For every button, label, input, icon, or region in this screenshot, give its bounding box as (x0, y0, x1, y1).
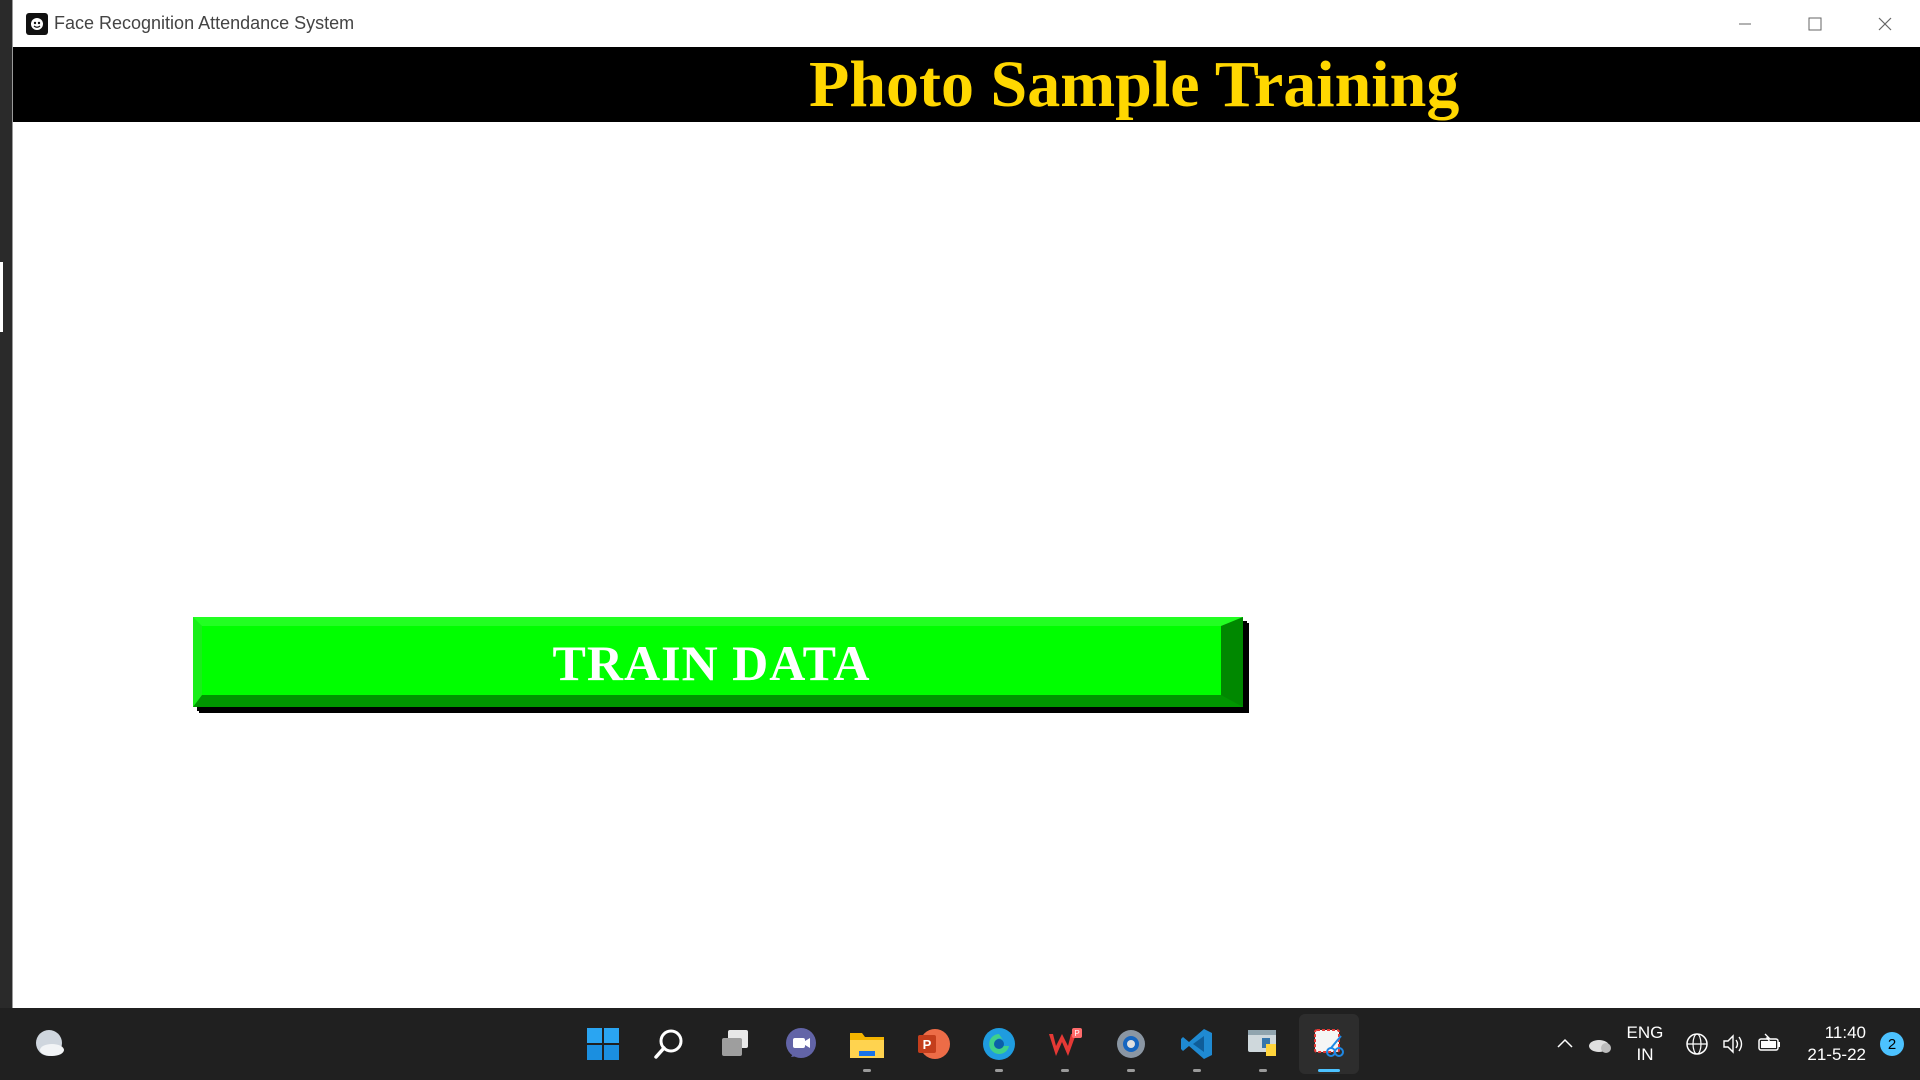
app-icon (26, 12, 48, 35)
taskbar-apps: P P (570, 1014, 1362, 1074)
task-view-button[interactable] (705, 1014, 765, 1074)
input-language-indicator[interactable]: ENG IN (1627, 1022, 1664, 1066)
edge-button[interactable] (969, 1014, 1029, 1074)
svg-text:P: P (1074, 1029, 1079, 1038)
running-indicator (995, 1069, 1003, 1072)
running-indicator (1193, 1069, 1201, 1072)
snipping-tool-button[interactable] (1299, 1014, 1359, 1074)
window-controls (1710, 0, 1920, 47)
powerpoint-button[interactable]: P (903, 1014, 963, 1074)
edge-icon (983, 1028, 1015, 1060)
chevron-up-icon (1557, 1038, 1573, 1048)
running-indicator (1061, 1069, 1069, 1072)
minimize-icon (1739, 23, 1751, 24)
globe-icon (1686, 1033, 1709, 1055)
teams-chat-icon (786, 1028, 816, 1058)
file-explorer-icon (850, 1033, 884, 1058)
speaker-icon (1723, 1034, 1743, 1054)
train-data-label: TRAIN DATA (552, 634, 871, 691)
search-icon (654, 1029, 683, 1059)
onedrive-cloud-icon (1588, 1040, 1611, 1053)
start-button[interactable] (573, 1014, 633, 1074)
clock-date: 21-5-22 (1807, 1045, 1866, 1064)
svg-text:P: P (923, 1037, 932, 1052)
page-title: Photo Sample Training (809, 48, 1460, 121)
active-indicator (1318, 1069, 1340, 1072)
python-icon (1248, 1030, 1276, 1056)
minimize-button[interactable] (1710, 0, 1780, 47)
battery-charging-icon (1758, 1033, 1781, 1051)
notification-badge[interactable]: 2 (1880, 1032, 1904, 1056)
settings-icon (1117, 1030, 1145, 1058)
app-window: Face Recognition Attendance System Photo… (12, 0, 1920, 1008)
network-button[interactable] (1685, 1032, 1709, 1056)
task-view-icon (722, 1030, 748, 1056)
header-band: Photo Sample Training (13, 47, 1920, 122)
running-indicator (863, 1069, 871, 1072)
taskbar: P P ENG IN 11:40 21-5-22 2 (0, 1008, 1920, 1080)
teams-chat-button[interactable] (771, 1014, 831, 1074)
wps-office-button[interactable]: P (1035, 1014, 1095, 1074)
settings-button[interactable] (1101, 1014, 1161, 1074)
battery-button[interactable] (1757, 1032, 1783, 1056)
running-indicator (1259, 1069, 1267, 1072)
snipping-tool-icon (1314, 1029, 1344, 1057)
start-icon (587, 1028, 619, 1060)
maximize-icon (1808, 17, 1822, 30)
onedrive-button[interactable] (1587, 1034, 1613, 1054)
title-bar[interactable]: Face Recognition Attendance System (13, 0, 1920, 47)
vscode-icon (1181, 1029, 1212, 1059)
running-indicator (1127, 1069, 1135, 1072)
vscode-button[interactable] (1167, 1014, 1227, 1074)
window-title: Face Recognition Attendance System (54, 13, 355, 33)
region-code: IN (1636, 1045, 1654, 1064)
python-button[interactable] (1233, 1014, 1293, 1074)
maximize-button[interactable] (1780, 0, 1850, 47)
system-tray: ENG IN 11:40 21-5-22 2 (1549, 1008, 1920, 1080)
clock[interactable]: 11:40 21-5-22 (1807, 1022, 1866, 1066)
train-data-button[interactable]: TRAIN DATA (193, 617, 1243, 707)
clock-time: 11:40 (1824, 1023, 1866, 1042)
volume-button[interactable] (1721, 1032, 1745, 1056)
file-explorer-button[interactable] (837, 1014, 897, 1074)
weather-cloud-icon (36, 1030, 64, 1056)
wps-office-icon: P (1049, 1028, 1082, 1056)
close-icon (1878, 17, 1892, 30)
language-code: ENG (1626, 1023, 1664, 1042)
weather-widget[interactable] (32, 1026, 68, 1062)
search-button[interactable] (639, 1014, 699, 1074)
powerpoint-icon: P (918, 1029, 950, 1059)
desktop-edge (0, 0, 12, 1008)
show-hidden-icons-button[interactable] (1555, 1034, 1575, 1054)
close-button[interactable] (1850, 0, 1920, 47)
desktop-edge-marker (0, 262, 3, 332)
